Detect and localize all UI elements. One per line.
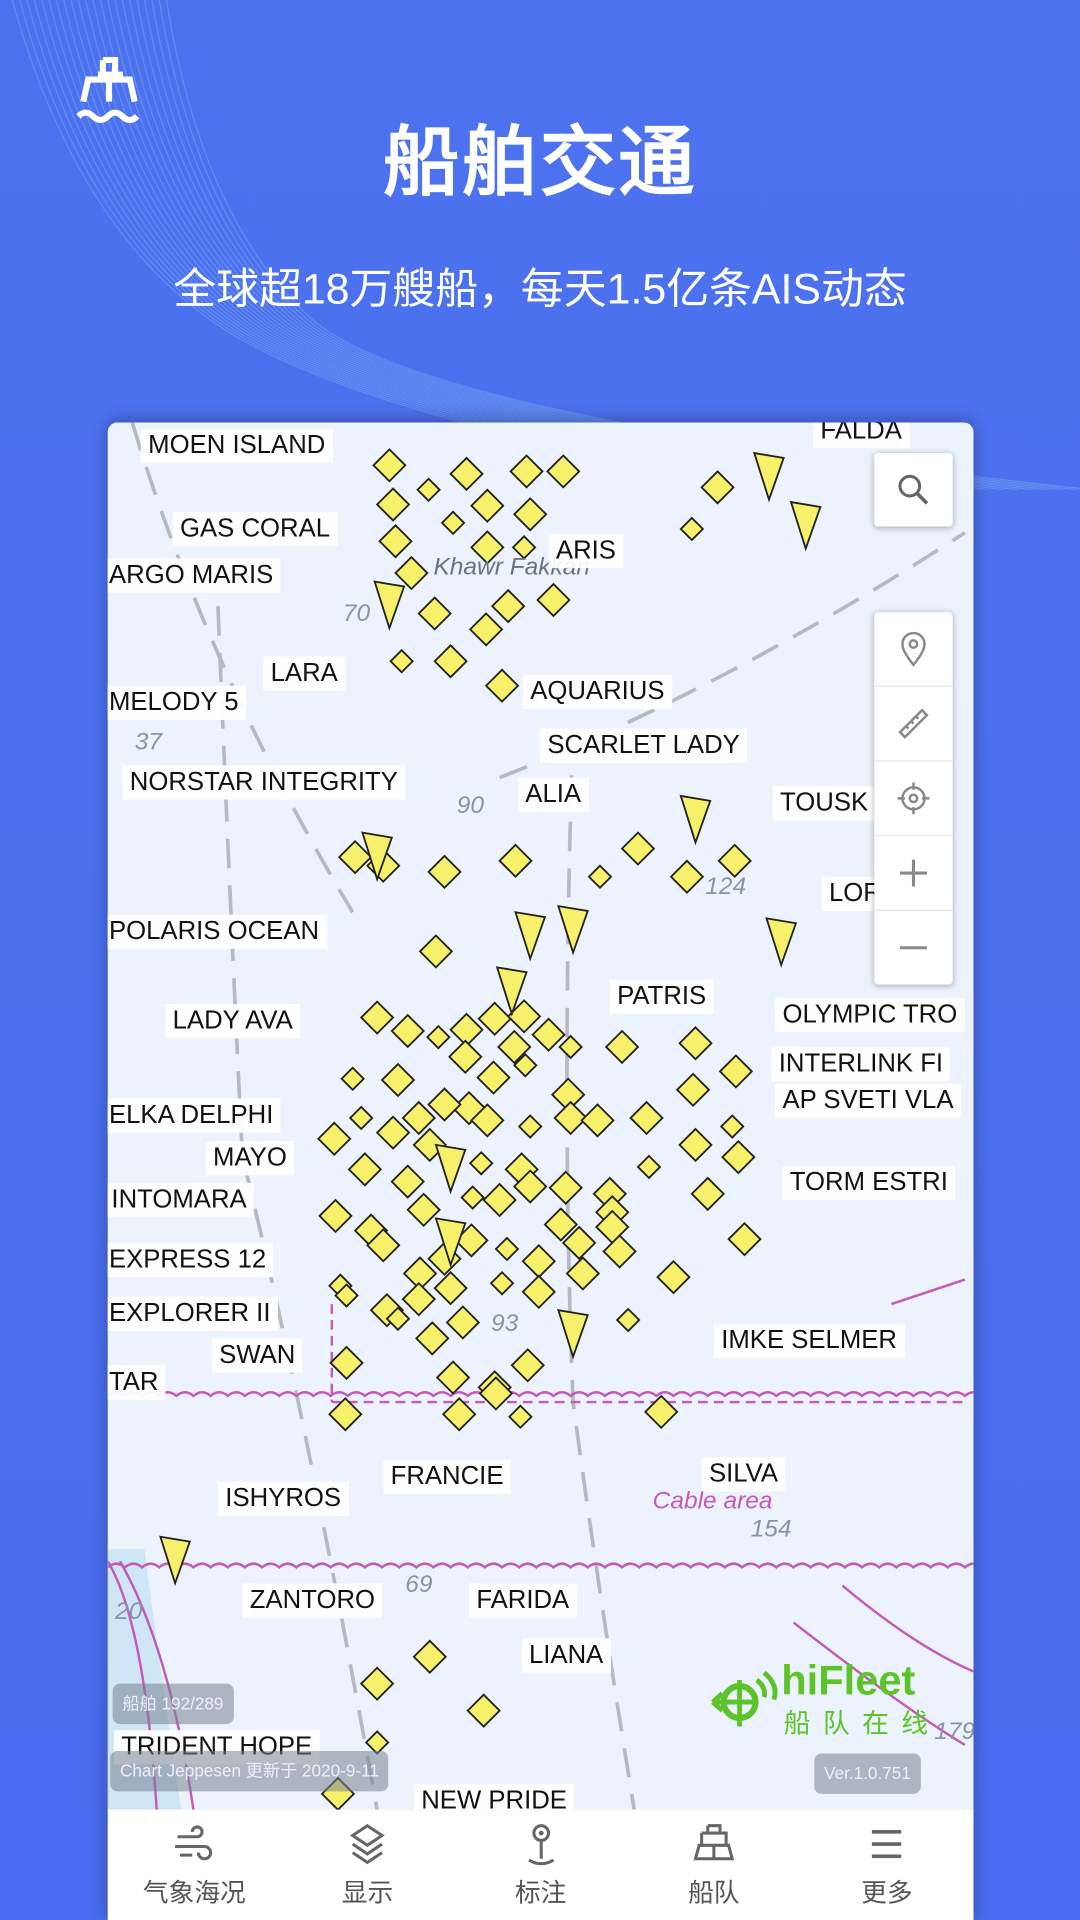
ship-label[interactable]: GAS CORAL: [172, 511, 338, 547]
ship-label[interactable]: ELKA DELPHI: [107, 1098, 281, 1133]
ship-label[interactable]: PATRIS: [609, 979, 714, 1014]
nav-weather[interactable]: 气象海况: [108, 1810, 281, 1920]
depth-label: 90: [456, 792, 484, 820]
depth-label: 70: [342, 600, 371, 627]
depth-label: 20: [115, 1597, 143, 1625]
ship-label[interactable]: POLARIS OCEAN: [107, 914, 327, 949]
ship-label[interactable]: MOEN ISLAND: [140, 428, 333, 463]
zoom-in-button[interactable]: [874, 836, 953, 912]
nav-label: 气象海况: [142, 1879, 246, 1908]
app-screen: 70 37 90 124 93 154 20 69 179 Cable area…: [107, 422, 974, 1920]
ship-label[interactable]: FARIDA: [468, 1583, 577, 1618]
ship-label[interactable]: SILVA: [701, 1457, 786, 1492]
ship-label[interactable]: INTERLINK FI: [771, 1046, 951, 1082]
brand-name: hiFleet: [781, 1657, 916, 1705]
ship-label[interactable]: NORSTAR INTEGRITY: [122, 765, 406, 800]
zoom-in-icon: [900, 859, 927, 887]
depth-label: 69: [405, 1571, 433, 1598]
nav-label: 船队: [688, 1879, 740, 1908]
ship-label[interactable]: LADY AVA: [165, 1004, 301, 1039]
ship-label[interactable]: LARA: [263, 656, 346, 691]
page-subtitle: 全球超18万艘船，每天1.5亿条AIS动态: [173, 265, 907, 314]
ship-count-badge: 船舶 192/289: [112, 1683, 234, 1725]
zoom-out-icon: [900, 946, 927, 950]
ship-label[interactable]: FRANCIE: [383, 1459, 511, 1494]
depth-label: 124: [705, 873, 747, 901]
search-icon: [898, 474, 929, 505]
ship-label[interactable]: IMKE SELMER: [713, 1323, 905, 1358]
ship-label[interactable]: ZANTORO: [242, 1583, 383, 1618]
layers-icon: [350, 1823, 385, 1865]
ship-label[interactable]: LIANA: [521, 1638, 611, 1673]
brand-tagline: 船队在线: [783, 1708, 941, 1739]
version-badge: Ver.1.0.751: [814, 1753, 921, 1794]
ship-label[interactable]: INTOMARA: [107, 1182, 255, 1218]
ship-label[interactable]: EXPRESS 12: [107, 1242, 274, 1278]
hifleet-logo: hiFleet 船队在线: [708, 1658, 953, 1739]
wind-icon: [174, 1825, 212, 1861]
ship-label[interactable]: AQUARIUS: [522, 674, 672, 709]
location-button[interactable]: [874, 612, 953, 687]
crosshair-icon: [897, 782, 930, 815]
page-title: 船舶交通: [383, 121, 697, 206]
nav-fleet[interactable]: 船队: [627, 1810, 800, 1920]
measure-button[interactable]: [874, 687, 953, 762]
nav-annotate[interactable]: 标注: [454, 1810, 627, 1920]
ship-label[interactable]: OLYMPIC TRO: [775, 997, 965, 1033]
ship-label[interactable]: TAR: [107, 1365, 166, 1400]
chart-source-badge: Chart Jeppesen 更新于 2020-9-11: [110, 1751, 389, 1792]
ship-label[interactable]: SCARLET LADY: [540, 728, 748, 763]
nav-more[interactable]: 更多: [800, 1810, 973, 1920]
nav-display[interactable]: 显示: [281, 1810, 454, 1920]
ship-label[interactable]: ARIS: [548, 533, 624, 569]
depth-label: 93: [491, 1310, 519, 1338]
ship-label[interactable]: EXPLORER II: [107, 1296, 278, 1332]
ruler-icon: [898, 708, 929, 739]
ship-label[interactable]: MELODY 5: [107, 685, 246, 721]
ship-label[interactable]: ALIA: [517, 777, 589, 812]
ship-label[interactable]: AP SVETI VLA: [775, 1083, 961, 1118]
ship-label[interactable]: TOUSK: [772, 786, 876, 821]
pin-icon: [527, 1824, 554, 1866]
wave-decoration: [11, 0, 1080, 490]
location-pin-icon: [901, 631, 926, 667]
ship-label[interactable]: MAYO: [205, 1141, 295, 1176]
screen: 船舶交通 全球超18万艘船，每天1.5亿条AIS动态 70 37 90 124 …: [0, 0, 1080, 1920]
ship-icon: [693, 1824, 735, 1861]
locate-me-button[interactable]: [874, 762, 953, 837]
zoom-out-button[interactable]: [874, 911, 952, 984]
depth-label: 37: [134, 728, 162, 756]
nav-label: 更多: [861, 1879, 913, 1908]
nav-label: 标注: [514, 1879, 567, 1908]
ship-label[interactable]: ARGO MARIS: [107, 558, 281, 593]
map-tools-panel: [874, 612, 953, 985]
search-button[interactable]: [874, 453, 953, 527]
cable-area-label: Cable area: [652, 1487, 773, 1515]
depth-label: 154: [750, 1515, 792, 1543]
ship-label[interactable]: FALDA: [813, 422, 910, 449]
ship-label[interactable]: ISHYROS: [217, 1481, 349, 1516]
bottom-nav: 气象海况 显示 标注 船队 更多: [107, 1809, 974, 1920]
nav-label: 显示: [341, 1879, 394, 1908]
ship-label[interactable]: SWAN: [211, 1338, 303, 1373]
hifleet-logo-icon: [711, 1670, 778, 1727]
ship-label[interactable]: TORM ESTRI: [782, 1165, 956, 1201]
menu-icon: [872, 1830, 902, 1859]
